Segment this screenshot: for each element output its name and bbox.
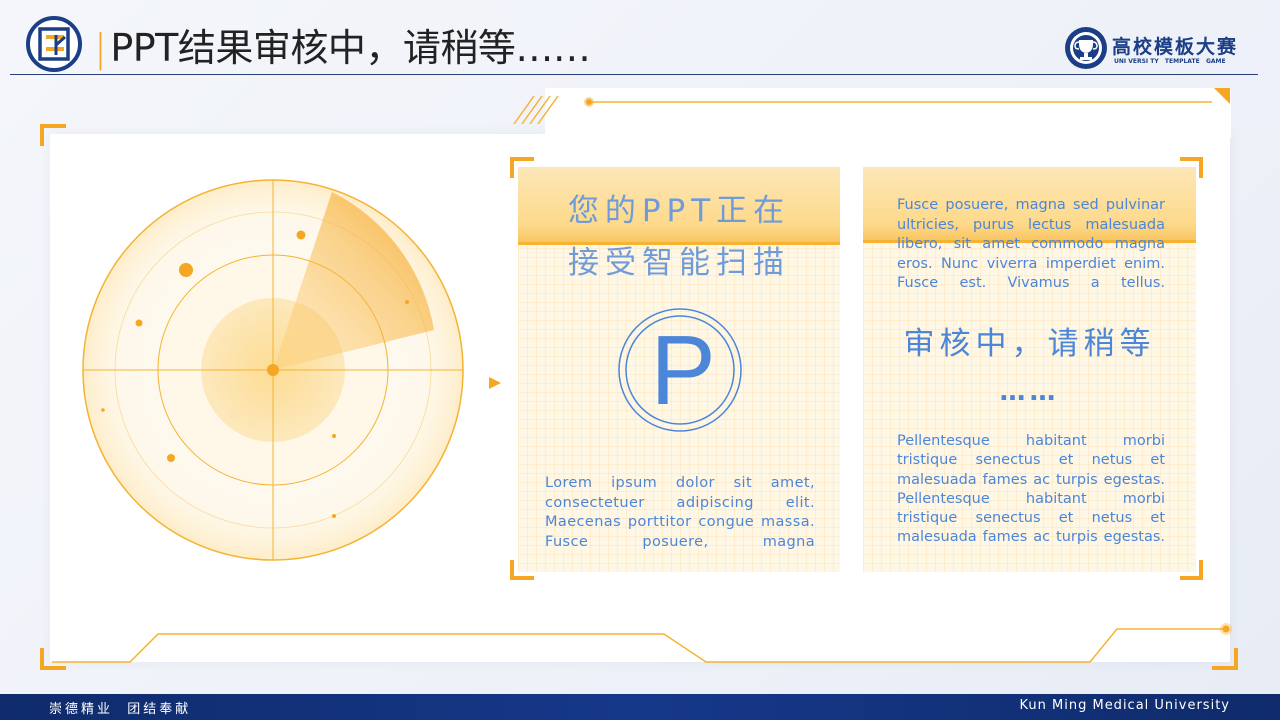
right-logo: 高校模板大赛 UNI VERSI TY TEMPLATE GAME [1064, 26, 1239, 71]
review-title: 审核中，请稍等 [903, 326, 1156, 362]
p-letter-badge-icon: P [618, 308, 742, 432]
right-logo-name: 高校模板大赛 [1112, 36, 1239, 58]
left-body-text: Lorem ipsum dolor sit amet, consectetuer… [545, 475, 815, 550]
radar-scan-icon [82, 179, 464, 561]
right-logo-subtitle: UNI VERSI TY TEMPLATE GAME [1114, 58, 1226, 65]
badge-letter: P [650, 315, 715, 425]
page-title: | PPT结果审核中，请稍等…… [94, 24, 591, 72]
title-text: PPT结果审核中，请稍等…… [110, 26, 591, 70]
footer-bar: 崇德精业 团结奉献 Kun Ming Medical University [0, 694, 1280, 720]
review-dots: …… [999, 377, 1060, 407]
university-emblem-icon [25, 15, 83, 73]
right-top-text: Fusce posuere, magna sed pulvinar ultric… [897, 197, 1165, 291]
right-bottom-text: Pellentesque habitant morbi tristique se… [897, 433, 1165, 546]
scan-line-1: 您的PPT正在 [567, 193, 791, 229]
scan-line-2: 接受智能扫描 [568, 245, 790, 281]
footer-university: Kun Ming Medical University [1019, 698, 1230, 713]
scan-title: 您的PPT正在 接受智能扫描 [518, 185, 840, 289]
content-card-tab [545, 88, 1231, 138]
footer-motto: 崇德精业 团结奉献 [49, 702, 192, 717]
header-divider [10, 74, 1258, 75]
title-separator: | [94, 26, 107, 70]
trophy-seal-icon [1065, 27, 1107, 69]
